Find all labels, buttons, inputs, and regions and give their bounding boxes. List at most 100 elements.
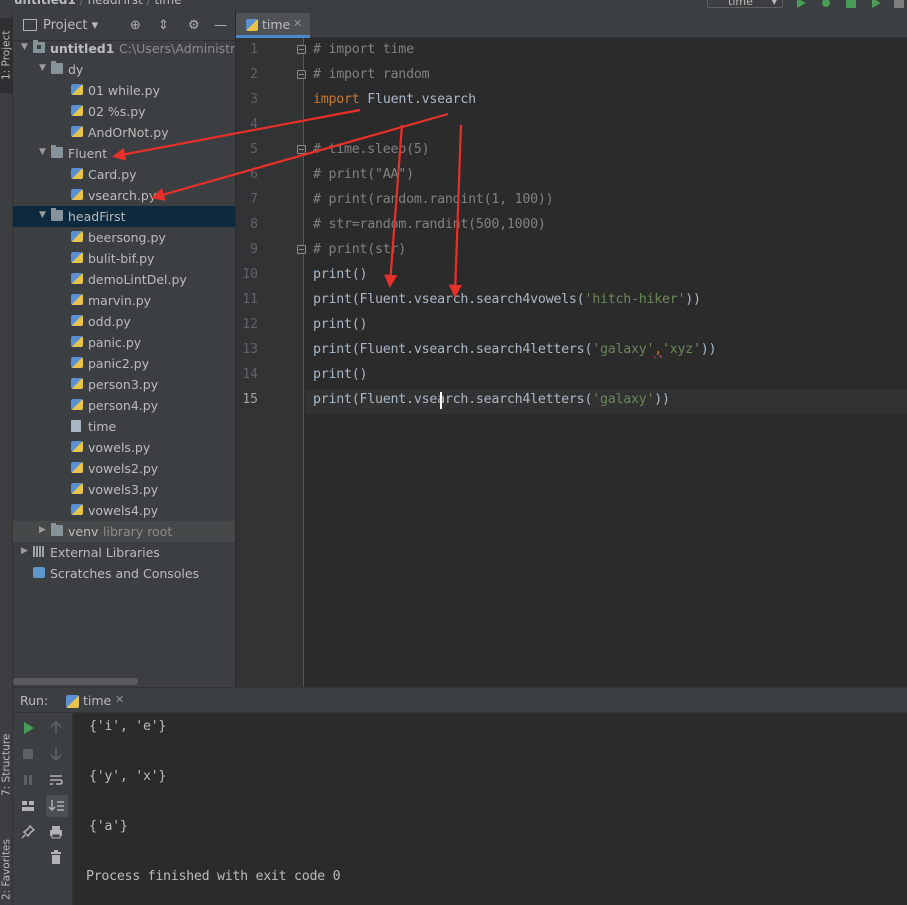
code-line[interactable]: # import time bbox=[313, 42, 414, 57]
favorites-tool-tab[interactable]: 2: Favorites bbox=[0, 830, 13, 905]
coverage-icon[interactable] bbox=[845, 0, 857, 8]
project-view-label: Project bbox=[43, 18, 88, 33]
arrow-up-icon[interactable] bbox=[48, 720, 64, 736]
breadcrumb-folder[interactable]: headFirst bbox=[88, 0, 143, 7]
breadcrumb-file[interactable]: time bbox=[154, 0, 181, 7]
expanded-arrow-icon[interactable]: ▼ bbox=[39, 148, 47, 157]
tree-item[interactable]: vowels.py bbox=[13, 437, 235, 458]
collapse-all-icon[interactable]: ⇕ bbox=[158, 18, 169, 33]
code-token: Fluent.vsearch bbox=[359, 92, 476, 107]
tree-item[interactable]: person3.py bbox=[13, 374, 235, 395]
run-tab-time[interactable]: time ✕ bbox=[63, 690, 135, 714]
project-view-select[interactable]: Project ▾ bbox=[43, 18, 98, 33]
tree-item[interactable]: ▶ External Libraries bbox=[13, 542, 235, 563]
pin-icon[interactable] bbox=[20, 824, 36, 840]
tree-item-label: untitled1 bbox=[50, 41, 115, 56]
tree-item[interactable]: Scratches and Consoles bbox=[13, 563, 235, 584]
expanded-arrow-icon[interactable]: ▼ bbox=[21, 43, 29, 52]
expanded-arrow-icon[interactable]: ▼ bbox=[39, 64, 47, 73]
fold-marker-icon[interactable] bbox=[297, 145, 306, 154]
tree-item[interactable]: 01 while.py bbox=[13, 80, 235, 101]
debug-icon[interactable] bbox=[820, 0, 832, 7]
horizontal-scrollbar[interactable] bbox=[13, 678, 138, 685]
tree-item[interactable]: ▶ venv library root bbox=[13, 521, 235, 542]
collapsed-arrow-icon[interactable]: ▶ bbox=[39, 526, 47, 535]
code-line[interactable]: print() bbox=[313, 267, 368, 282]
layout-icon[interactable] bbox=[20, 798, 36, 814]
code-editor[interactable]: 1 2 3 4 5 6 7 8 9 10 11 12 13 14 15 # import time # imp… bbox=[236, 38, 907, 663]
gear-icon[interactable]: ⚙ bbox=[188, 18, 200, 33]
code-line[interactable]: # print(random.randint(1, 100)) bbox=[313, 192, 554, 207]
folder-icon bbox=[51, 208, 63, 221]
code-token: print() bbox=[313, 317, 368, 332]
tree-item[interactable]: demoLintDel.py bbox=[13, 269, 235, 290]
soft-wrap-icon[interactable] bbox=[48, 772, 64, 788]
code-token: print() bbox=[313, 267, 368, 282]
code-line[interactable]: # print(str) bbox=[313, 242, 406, 257]
tree-item[interactable]: vowels4.py bbox=[13, 500, 235, 521]
expanded-arrow-icon[interactable]: ▼ bbox=[39, 211, 47, 220]
collapsed-arrow-icon[interactable]: ▶ bbox=[21, 547, 29, 556]
pause-icon[interactable] bbox=[20, 772, 36, 788]
run-panel-header: Run: time ✕ bbox=[13, 687, 907, 713]
line-number: 2 bbox=[250, 67, 258, 82]
close-icon[interactable]: ✕ bbox=[115, 693, 124, 706]
code-line[interactable]: # str=random.randint(500,1000) bbox=[313, 217, 546, 232]
tree-item-label: Scratches and Consoles bbox=[50, 566, 200, 581]
code-line[interactable]: print(Fluent.vsearch.search4letters('gal… bbox=[313, 392, 670, 407]
run-icon[interactable] bbox=[795, 0, 807, 8]
line-number: 8 bbox=[250, 217, 258, 232]
code-line[interactable]: # import random bbox=[313, 67, 430, 82]
tree-item[interactable]: time bbox=[13, 416, 235, 437]
stop-icon[interactable] bbox=[893, 0, 905, 8]
tree-item[interactable]: beersong.py bbox=[13, 227, 235, 248]
code-line[interactable]: # time.sleep(5) bbox=[313, 142, 430, 157]
tree-item[interactable]: vowels3.py bbox=[13, 479, 235, 500]
locate-file-icon[interactable]: ⊕ bbox=[130, 18, 141, 33]
fold-marker-icon[interactable] bbox=[297, 45, 306, 54]
arrow-down-icon[interactable] bbox=[48, 746, 64, 762]
close-icon[interactable]: ✕ bbox=[293, 17, 302, 30]
python-file-icon bbox=[71, 126, 83, 137]
code-line[interactable]: print(Fluent.vsearch.search4letters('gal… bbox=[313, 342, 717, 357]
tree-item[interactable]: odd.py bbox=[13, 311, 235, 332]
fold-marker-icon[interactable] bbox=[297, 245, 306, 254]
tree-item[interactable]: ▼ headFirst bbox=[13, 206, 235, 227]
stop-icon[interactable] bbox=[20, 746, 36, 762]
run-configuration-select[interactable]: time ▾ bbox=[707, 0, 783, 8]
tree-item[interactable]: ▼ Fluent bbox=[13, 143, 235, 164]
tree-item[interactable]: panic.py bbox=[13, 332, 235, 353]
code-line[interactable]: print() bbox=[313, 367, 368, 382]
tree-item[interactable]: marvin.py bbox=[13, 290, 235, 311]
rerun-icon[interactable] bbox=[20, 720, 36, 736]
tree-item[interactable]: ▼ untitled1 C:\Users\Administrat bbox=[13, 38, 235, 59]
tree-item[interactable]: bulit-bif.py bbox=[13, 248, 235, 269]
library-icon bbox=[33, 546, 45, 557]
minimize-icon[interactable]: — bbox=[214, 18, 227, 33]
code-line[interactable]: print() bbox=[313, 317, 368, 332]
code-line[interactable]: # print("AA") bbox=[313, 167, 414, 182]
code-line[interactable]: print(Fluent.vsearch.search4vowels('hitc… bbox=[313, 292, 701, 307]
tree-item[interactable]: vowels2.py bbox=[13, 458, 235, 479]
structure-tool-tab[interactable]: 7: Structure bbox=[0, 725, 13, 805]
project-tool-tab[interactable]: 1: Project bbox=[0, 18, 13, 93]
breadcrumb-project[interactable]: untitled1 bbox=[14, 0, 76, 7]
scroll-to-end-icon[interactable] bbox=[46, 795, 68, 817]
tree-item[interactable]: panic2.py bbox=[13, 353, 235, 374]
tree-item[interactable]: Card.py bbox=[13, 164, 235, 185]
tree-item[interactable]: ▼ dy bbox=[13, 59, 235, 80]
tree-item[interactable]: person4.py bbox=[13, 395, 235, 416]
tree-item[interactable]: AndOrNot.py bbox=[13, 122, 235, 143]
print-icon[interactable] bbox=[48, 824, 64, 840]
tree-item[interactable]: vsearch.py bbox=[13, 185, 235, 206]
code-line[interactable]: import Fluent.vsearch bbox=[313, 92, 476, 107]
line-number: 11 bbox=[242, 292, 258, 307]
profile-icon[interactable] bbox=[870, 0, 882, 8]
line-number: 3 bbox=[250, 92, 258, 107]
editor-tab-time[interactable]: time ✕ bbox=[236, 13, 310, 38]
tree-item[interactable]: 02 %s.py bbox=[13, 101, 235, 122]
project-tool-tab-label: 1: Project bbox=[0, 30, 13, 81]
run-console[interactable]: {'i', 'e'} {'y', 'x'} {'a'} Process finishe… bbox=[73, 713, 907, 905]
fold-marker-icon[interactable] bbox=[297, 70, 306, 79]
trash-icon[interactable] bbox=[48, 849, 64, 865]
